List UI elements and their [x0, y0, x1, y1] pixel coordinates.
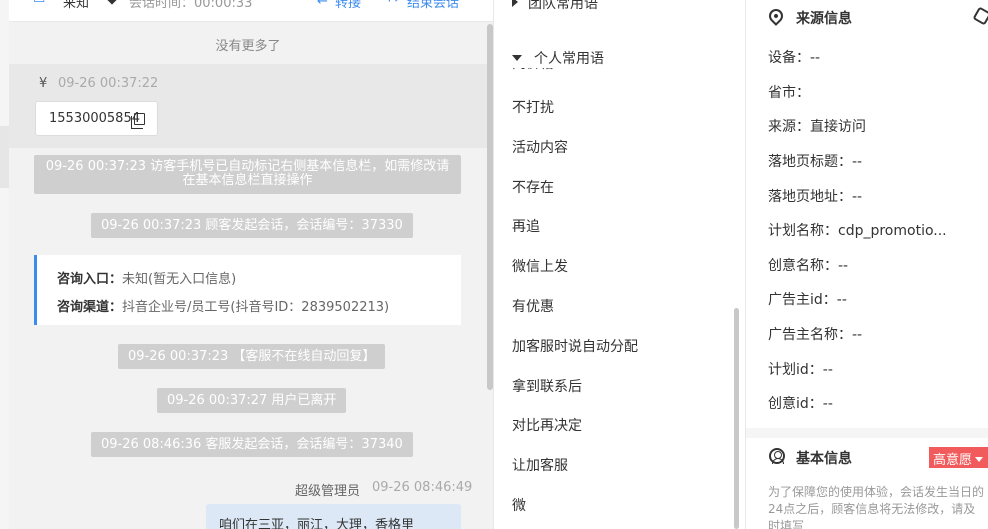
info-field-landing-title: 落地页标题：--	[768, 154, 863, 170]
visitor-message-time: 09-26 00:37:22	[58, 76, 159, 91]
info-field-region: 省市：	[768, 85, 810, 101]
customer-info-panel: 来源信息 设备：-- 省市： 来源：直接访问 落地页标题：-- 落地页地址：--…	[745, 0, 988, 529]
team-phrases-label: 团队常用语	[528, 0, 598, 12]
phrase-item[interactable]: 不存在	[512, 177, 554, 197]
phrase-item[interactable]: 微信上发	[512, 256, 568, 276]
transfer-icon[interactable]: ⇄	[317, 0, 328, 7]
team-phrases-group[interactable]: 团队常用语	[512, 0, 598, 13]
section-divider	[746, 428, 988, 438]
no-more-messages: 没有更多了	[215, 39, 281, 54]
entry-value: 未知(暂无入口信息)	[122, 272, 237, 287]
chat-panel: ▭ 来知 ◆ 会话时间：00:00:33 ⇄ 转接 ↦ 结束会话 没有更多了 ¥…	[9, 0, 493, 529]
user-icon	[769, 448, 785, 464]
personal-phrases-label: 个人常用语	[534, 51, 604, 67]
info-field-plan-name: 计划名称：cdp_promotio...	[768, 223, 947, 239]
caret-right-icon	[512, 0, 518, 7]
info-field-creative-name: 创意名称：--	[768, 258, 849, 274]
phrase-item[interactable]: 微	[512, 495, 526, 515]
intent-level-select[interactable]: 高意愿	[929, 447, 988, 468]
source-info-title: 来源信息	[796, 11, 852, 27]
info-field-device: 设备：--	[768, 50, 821, 66]
agent-message-bubble: 咱们在三亚，丽江，大理，香格里	[206, 504, 461, 529]
system-message: 09-26 00:37:23 顾客发起会话，会话编号：37330	[91, 213, 413, 238]
system-message: 09-26 00:37:23 访客手机号已自动标记右侧基本信息栏，如需修改请在基…	[34, 155, 461, 194]
info-field-landing-url: 落地页地址：--	[768, 189, 863, 205]
chat-header: ▭ 来知 ◆ 会话时间：00:00:33 ⇄ 转接 ↦ 结束会话	[9, 0, 493, 22]
phrase-item[interactable]: 让加客服	[512, 455, 568, 475]
left-rail-tab[interactable]	[0, 126, 9, 188]
phrases-scrollbar[interactable]	[734, 308, 739, 529]
transfer-button[interactable]: 转接	[335, 0, 361, 11]
phrase-item[interactable]: 再追	[512, 216, 540, 236]
info-field-advertiser-id: 广告主id：--	[768, 292, 847, 308]
settings-icon[interactable]	[972, 6, 988, 26]
monitor-icon: ▭	[33, 0, 45, 7]
basic-info-note: 为了保障您的使用体验，会话发生当日的24点之后，顾客信息将无法修改，请及时填写	[768, 485, 985, 529]
chat-workspace: ▭ 来知 ◆ 会话时间：00:00:33 ⇄ 转接 ↦ 结束会话 没有更多了 ¥…	[0, 0, 988, 529]
session-duration: 会话时间：00:00:33	[129, 0, 253, 11]
phone-number: 15530005854	[49, 111, 140, 126]
system-message: 09-26 00:37:27 用户已离开	[157, 388, 347, 413]
entry-label: 咨询入口：	[57, 272, 123, 287]
phrase-item[interactable]: 加客服时说自动分配	[512, 336, 638, 356]
phrase-item[interactable]: 拿到联系后	[512, 376, 582, 396]
source-label: 来知	[63, 0, 90, 11]
system-message: 09-26 08:46:36 客服发起会话，会话编号：37340	[91, 432, 413, 457]
channel-label: 咨询渠道：	[57, 300, 123, 315]
consult-entry-card: 咨询入口：未知(暂无入口信息) 咨询渠道：抖音企业号/员工号(抖音号ID：283…	[34, 255, 461, 325]
caret-down-icon	[975, 457, 984, 462]
agent-name: 超级管理员	[295, 484, 361, 499]
phone-number-card[interactable]: 15530005854	[35, 101, 158, 136]
phrase-item[interactable]: 活动内容	[512, 137, 568, 157]
location-pin-icon	[766, 6, 786, 26]
info-field-source: 来源：直接访问	[768, 119, 866, 135]
agent-message-text: 咱们在三亚，丽江，大理，香格里	[219, 518, 415, 529]
personal-phrases-group[interactable]: 个人常用语	[512, 48, 612, 68]
intent-level-value: 高意愿	[933, 453, 973, 468]
agent-message-time: 09-26 08:46:49	[372, 480, 473, 495]
yen-icon: ¥	[39, 76, 48, 91]
info-field-creative-id: 创意id：--	[768, 396, 833, 412]
clock-icon: ◆	[107, 0, 117, 7]
end-session-icon[interactable]: ↦	[388, 0, 399, 7]
channel-row: 咨询渠道：抖音企业号/员工号(抖音号ID：2839502213)	[57, 296, 389, 315]
info-field-advertiser-name: 广告主名称：--	[768, 327, 863, 343]
caret-down-icon	[512, 55, 522, 61]
system-message: 09-26 00:37:23 【客服不在线自动回复】	[118, 344, 386, 369]
phrase-item[interactable]: 有优惠	[512, 296, 554, 316]
entry-row: 咨询入口：未知(暂无入口信息)	[57, 268, 236, 287]
end-session-button[interactable]: 结束会话	[407, 0, 459, 11]
phrase-item[interactable]: 不打扰	[512, 97, 554, 117]
common-phrases-panel: 团队常用语 问价格 个人常用语 不打扰 活动内容 不存在 再追 微信上发 有优惠…	[493, 0, 745, 529]
phrase-item[interactable]: 对比再决定	[512, 415, 582, 435]
basic-info-title: 基本信息	[796, 451, 852, 467]
copy-icon[interactable]	[131, 113, 145, 129]
info-field-plan-id: 计划id：--	[768, 362, 833, 378]
channel-value: 抖音企业号/员工号(抖音号ID：2839502213)	[122, 300, 390, 315]
left-rail	[0, 0, 9, 529]
